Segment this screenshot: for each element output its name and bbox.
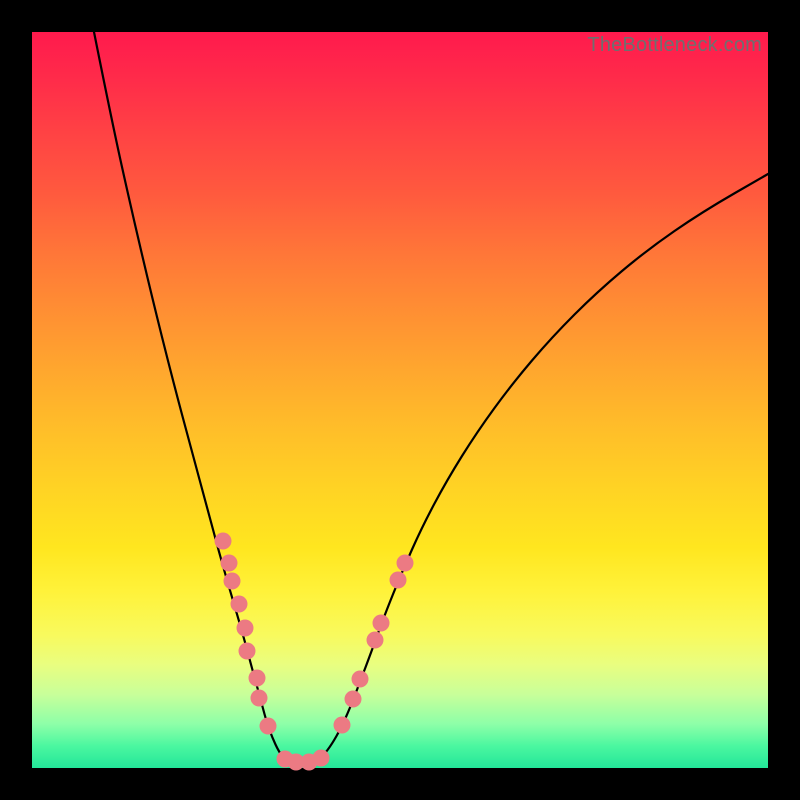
- data-point: [251, 690, 268, 707]
- data-point: [221, 555, 238, 572]
- chart-svg: [32, 32, 768, 768]
- data-point: [373, 615, 390, 632]
- data-point: [260, 718, 277, 735]
- data-point: [215, 533, 232, 550]
- plot-area: TheBottleneck.com: [32, 32, 768, 768]
- bottleneck-curve: [94, 32, 768, 766]
- data-point: [237, 620, 254, 637]
- data-point: [345, 691, 362, 708]
- data-point: [390, 572, 407, 589]
- data-point: [239, 643, 256, 660]
- data-point: [249, 670, 266, 687]
- data-point: [313, 750, 330, 767]
- data-point: [224, 573, 241, 590]
- data-points-group: [215, 533, 414, 771]
- data-point: [352, 671, 369, 688]
- data-point: [334, 717, 351, 734]
- chart-frame: TheBottleneck.com: [0, 0, 800, 800]
- data-point: [397, 555, 414, 572]
- data-point: [231, 596, 248, 613]
- data-point: [367, 632, 384, 649]
